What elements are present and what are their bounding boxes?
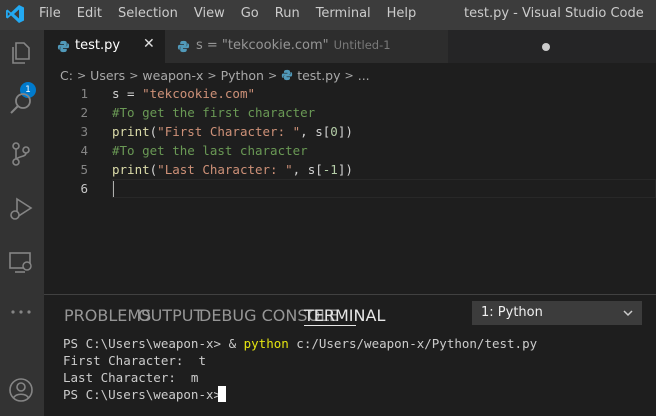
- unsaved-dot-icon[interactable]: [542, 43, 550, 51]
- python-file-icon: [282, 69, 293, 81]
- bottom-panel: PROBLEMS OUTPUT DEBUG CONSOLE TERMINAL 1…: [44, 294, 656, 416]
- tab-terminal[interactable]: TERMINAL: [304, 306, 385, 325]
- breadcrumb: C: > Users > weapon-x > Python > test.py…: [60, 66, 370, 84]
- terminal-command: python: [243, 336, 289, 351]
- code-line-2: #To get the first character: [112, 105, 316, 120]
- terminal-args: c:/Users/weapon-x/Python/test.py: [288, 336, 538, 351]
- explorer-icon[interactable]: [7, 38, 35, 66]
- line-number: 2: [80, 105, 88, 120]
- function-name: print: [112, 162, 150, 177]
- code-token: , s[: [300, 124, 331, 139]
- source-control-icon[interactable]: [7, 140, 35, 168]
- terminal-output-line: Last Character: m: [63, 370, 199, 385]
- run-debug-icon[interactable]: [7, 195, 35, 223]
- extensions-icon[interactable]: [7, 298, 35, 326]
- terminal-cursor: [218, 386, 226, 402]
- menu-terminal[interactable]: Terminal: [316, 6, 371, 21]
- code-line-3: print("First Character: ", s[0]): [112, 122, 353, 141]
- terminal-output-line: First Character: t: [63, 353, 206, 368]
- chevron-right-icon: >: [129, 68, 139, 82]
- menu-bar: File Edit Selection View Go Run Terminal…: [39, 6, 432, 21]
- text-cursor: [113, 181, 114, 197]
- menu-selection[interactable]: Selection: [118, 6, 178, 21]
- line-number: 1: [80, 86, 88, 101]
- code-token: ]): [337, 124, 353, 139]
- menu-go[interactable]: Go: [241, 6, 259, 21]
- code-token: s =: [112, 86, 143, 101]
- code-line-1: s = "tekcookie.com": [112, 84, 255, 103]
- number-literal: -1: [322, 162, 338, 177]
- breadcrumb-symbol[interactable]: ...: [358, 68, 370, 83]
- chevron-right-icon: >: [207, 68, 217, 82]
- chevron-right-icon: >: [76, 68, 87, 82]
- active-tab-indicator: [304, 325, 356, 326]
- number-literal: 0: [330, 124, 338, 139]
- tab-test-py[interactable]: test.py ✕: [44, 30, 165, 63]
- code-token: , s[: [292, 162, 323, 177]
- string-literal: "First Character: ": [157, 124, 301, 139]
- terminal-prompt-line: PS C:\Users\weapon-x>: [63, 387, 222, 402]
- line-number: 6: [80, 181, 88, 196]
- breadcrumb-file[interactable]: test.py: [297, 68, 340, 83]
- chevron-right-icon: >: [267, 68, 278, 82]
- tab-title: s = "tekcookie.com": [196, 38, 329, 53]
- breadcrumb-python[interactable]: Python: [221, 68, 264, 83]
- breadcrumb-users[interactable]: Users: [90, 68, 125, 83]
- breadcrumb-weapon-x[interactable]: weapon-x: [142, 68, 203, 83]
- code-editor[interactable]: 1 2 3 4 5 6 s = "tekcookie.com" #To get …: [44, 84, 656, 294]
- chevron-right-icon: >: [344, 68, 354, 82]
- tab-label: s = "tekcookie.com" Untitled-1: [196, 38, 391, 53]
- string-literal: "tekcookie.com": [142, 86, 255, 101]
- breadcrumb-drive[interactable]: C:: [60, 68, 73, 83]
- current-line-highlight: [112, 179, 656, 198]
- menu-help[interactable]: Help: [387, 6, 417, 21]
- terminal-select-dropdown[interactable]: 1: Python: [472, 301, 642, 325]
- title-bar: File Edit Selection View Go Run Terminal…: [0, 0, 656, 30]
- editor-tab-bar: test.py ✕ s = "tekcookie.com" Untitled-1: [44, 30, 656, 63]
- menu-view[interactable]: View: [194, 6, 225, 21]
- activity-bar: 1: [0, 30, 44, 416]
- python-file-icon: [57, 40, 70, 53]
- code-line-5: print("Last Character: ", s[-1]): [112, 160, 353, 179]
- window-title: test.py - Visual Studio Code: [464, 6, 644, 21]
- terminal-select-value: 1: Python: [481, 305, 543, 320]
- tab-description: Untitled-1: [333, 38, 391, 52]
- code-token: ]): [337, 162, 353, 177]
- terminal-prompt: PS C:\Users\weapon-x> &: [63, 336, 244, 351]
- search-icon[interactable]: [7, 90, 35, 118]
- terminal-line: PS C:\Users\weapon-x> & python c:/Users/…: [63, 335, 537, 352]
- python-file-icon: [177, 40, 190, 53]
- function-name: print: [112, 124, 150, 139]
- account-icon[interactable]: [7, 376, 35, 404]
- string-literal: "Last Character: ": [157, 162, 293, 177]
- tab-untitled-1[interactable]: s = "tekcookie.com" Untitled-1: [165, 30, 550, 63]
- code-line-4: #To get the last character: [112, 143, 308, 158]
- chevron-down-icon: [623, 310, 633, 317]
- line-number: 4: [80, 143, 88, 158]
- remote-explorer-icon[interactable]: [7, 248, 35, 276]
- tab-close-icon[interactable]: ✕: [143, 36, 155, 52]
- tab-output[interactable]: OUTPUT: [138, 306, 203, 325]
- menu-edit[interactable]: Edit: [77, 6, 102, 21]
- menu-run[interactable]: Run: [275, 6, 300, 21]
- line-number: 5: [80, 162, 88, 177]
- vscode-logo-icon: [6, 5, 24, 23]
- tab-label: test.py: [75, 38, 121, 53]
- menu-file[interactable]: File: [39, 6, 61, 21]
- line-number: 3: [80, 124, 88, 139]
